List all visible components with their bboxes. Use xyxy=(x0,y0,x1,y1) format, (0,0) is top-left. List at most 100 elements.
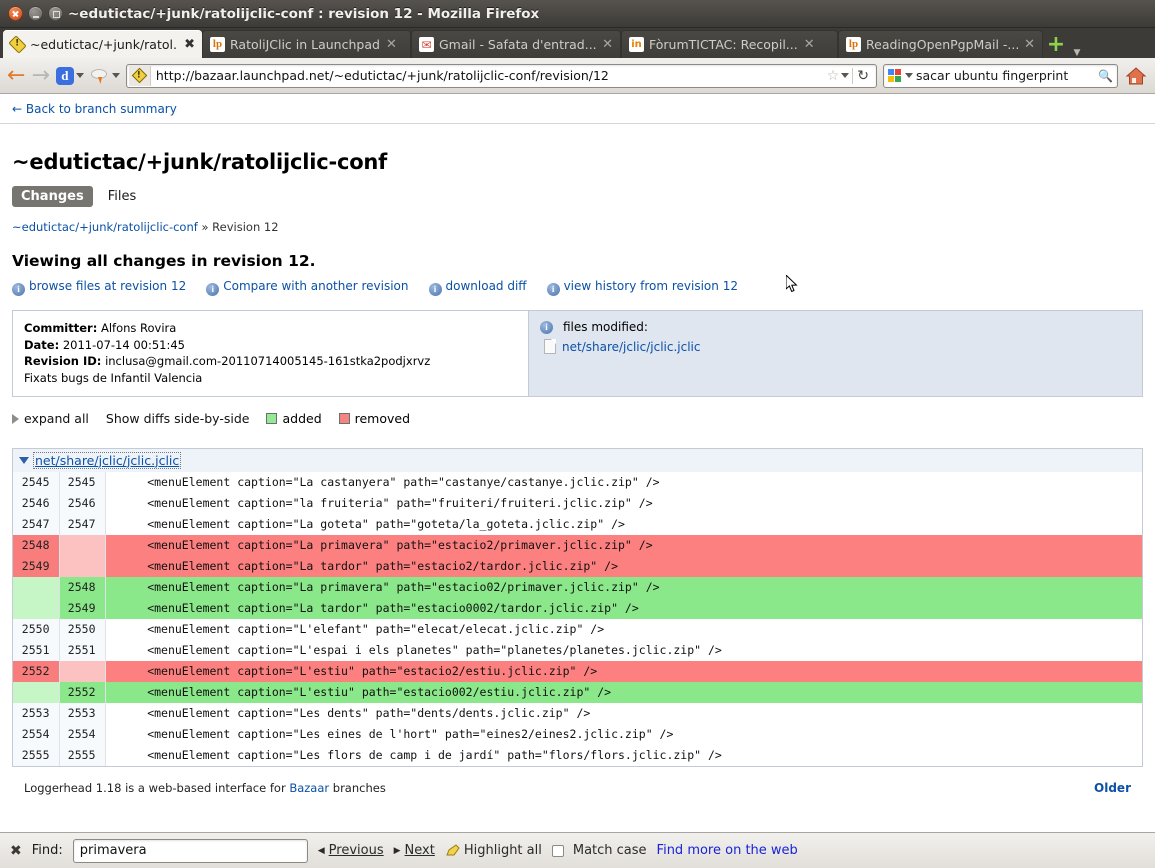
back-button[interactable]: ← xyxy=(7,64,25,87)
tab-close-icon[interactable]: ✕ xyxy=(803,38,816,51)
old-line-number: 2547 xyxy=(13,513,60,535)
browser-tab-1[interactable]: lp RatoliJClic in Launchpad ✕ xyxy=(202,30,411,58)
diff-code: <menuElement caption="La primavera" path… xyxy=(105,534,1142,556)
diff-code: <menuElement caption="Les dents" path="d… xyxy=(105,702,1142,724)
match-case-checkbox[interactable]: Match case xyxy=(551,843,647,858)
diff-file-header[interactable]: net/share/jclic/jclic.jclic xyxy=(13,448,1142,472)
old-line-number: 2546 xyxy=(13,492,60,514)
new-line-number: 2545 xyxy=(59,471,106,493)
old-line-number: 2549 xyxy=(13,555,60,577)
breadcrumb-separator: » xyxy=(197,220,213,234)
diff-file-name-link[interactable]: net/share/jclic/jclic.jclic xyxy=(32,451,182,469)
tab-label: ~edutictac/+junk/ratol... xyxy=(30,36,179,52)
diff-code: <menuElement caption="L'estiu" path="est… xyxy=(105,660,1142,682)
tab-close-icon[interactable]: ✖ xyxy=(183,38,196,51)
search-icon[interactable]: 🔍 xyxy=(1098,69,1113,83)
url-bar[interactable]: ! http://bazaar.launchpad.net/~edutictac… xyxy=(125,63,877,88)
find-label: Find: xyxy=(31,843,63,858)
browser-tab-0[interactable]: ! ~edutictac/+junk/ratol... ✖ xyxy=(3,30,202,58)
diff-code: <menuElement caption="La tardor" path="e… xyxy=(105,597,1142,619)
launchpad-icon: lp xyxy=(210,37,225,52)
bazaar-link[interactable]: Bazaar xyxy=(289,781,329,795)
date-label: Date: xyxy=(24,337,60,352)
browser-tab-4[interactable]: lp ReadingOpenPgpMail -... ✕ xyxy=(838,30,1043,58)
diff-code: <menuElement caption="L'estiu" path="est… xyxy=(105,681,1142,703)
added-color-swatch xyxy=(266,412,278,424)
side-by-side-button[interactable]: Show diffs side-by-side xyxy=(106,411,250,426)
old-line-number: 2550 xyxy=(13,618,60,640)
tab-close-icon[interactable]: ✕ xyxy=(601,38,614,51)
mouse-cursor xyxy=(786,275,798,293)
tab-list-chevron-icon[interactable]: ▼ xyxy=(1069,48,1085,58)
find-input[interactable]: primavera xyxy=(72,838,308,863)
find-previous-button[interactable]: ◀ Previous xyxy=(318,843,384,858)
browser-tab-2[interactable]: ✉ Gmail - Safata d'entrad... ✕ xyxy=(411,30,621,58)
reload-button[interactable]: ↻ xyxy=(852,67,873,84)
bookmark-star-icon[interactable]: ☆ xyxy=(825,68,842,84)
expand-all-button[interactable]: expand all xyxy=(12,411,89,426)
table-row: 2549 <menuElement caption="La tardor" pa… xyxy=(13,555,1142,577)
view-history-link[interactable]: i view history from revision 12 xyxy=(546,279,738,296)
download-diff-link[interactable]: i download diff xyxy=(428,279,527,296)
modified-file-link[interactable]: net/share/jclic/jclic.jclic xyxy=(562,340,701,354)
old-line-number: 2555 xyxy=(13,744,60,766)
back-to-branch-summary-link[interactable]: ← Back to branch summary xyxy=(12,102,177,116)
legend-removed: removed xyxy=(338,411,410,426)
commit-details: Committer: Alfons Rovira Date: 2011-07-1… xyxy=(13,311,529,396)
revision-id-value: inclusa@gmail.com-20110714005145-161stka… xyxy=(105,354,431,369)
browser-tab-3[interactable]: in FòrumTICTAC: Recopil... ✕ xyxy=(621,30,838,58)
diff-code: <menuElement caption="Les eines de l'hor… xyxy=(105,723,1142,745)
cloud-icon xyxy=(90,68,107,84)
forward-button[interactable]: → xyxy=(31,64,49,87)
table-row: 2547 2547 <menuElement caption="La gotet… xyxy=(13,513,1142,535)
site-identity-button[interactable]: ! xyxy=(128,65,151,86)
new-line-number xyxy=(59,555,106,577)
find-more-on-web-link[interactable]: Find more on the web xyxy=(657,843,798,858)
diff-code: <menuElement caption="Les flors de camp … xyxy=(105,744,1142,766)
old-line-number: 2553 xyxy=(13,702,60,724)
new-line-number: 2549 xyxy=(59,597,106,619)
table-row: 2555 2555 <menuElement caption="Les flor… xyxy=(13,744,1142,766)
search-bar[interactable]: sacar ubuntu fingerprint 🔍 xyxy=(883,63,1118,88)
triangle-right-icon: ▶ xyxy=(393,845,401,856)
page-footer: Loggerhead 1.18 is a web-based interface… xyxy=(12,767,1143,795)
tab-close-icon[interactable]: ✕ xyxy=(1023,38,1036,51)
table-row: 2552 <menuElement caption="L'estiu" path… xyxy=(13,681,1142,703)
table-row: 2553 2553 <menuElement caption="Les dent… xyxy=(13,702,1142,724)
find-next-button[interactable]: ▶ Next xyxy=(394,843,435,858)
table-row: 2550 2550 <menuElement caption="L'elefan… xyxy=(13,618,1142,640)
page-tabs: Changes Files xyxy=(12,186,1143,207)
tab-close-icon[interactable]: ✕ xyxy=(385,38,398,51)
new-tab-button[interactable]: + xyxy=(1043,32,1069,58)
diff-legend: expand all Show diffs side-by-side added… xyxy=(12,411,1143,426)
diff-rows: 2545 2545 <menuElement caption="La casta… xyxy=(13,471,1142,766)
ubuntu-one-button[interactable] xyxy=(90,66,120,86)
tab-label: ReadingOpenPgpMail -... xyxy=(866,37,1019,52)
highlight-all-button[interactable]: Highlight all xyxy=(445,843,542,858)
google-icon[interactable] xyxy=(888,68,902,83)
checkbox-icon[interactable] xyxy=(551,844,564,857)
committer-value: Alfons Rovira xyxy=(100,321,177,335)
page-content: ← Back to branch summary ~edutictac/+jun… xyxy=(0,94,1155,832)
old-line-number xyxy=(13,681,60,703)
breadcrumb: ~edutictac/+junk/ratolijclic-conf » Revi… xyxy=(12,220,1143,234)
older-link[interactable]: Older xyxy=(1094,781,1131,795)
tab-files[interactable]: Files xyxy=(99,186,146,207)
firefox-window: ~edutictac/+junk/ratolijclic-conf : revi… xyxy=(0,0,1155,868)
breadcrumb-branch-link[interactable]: ~edutictac/+junk/ratolijclic-conf xyxy=(12,220,198,234)
triangle-down-icon[interactable] xyxy=(19,456,29,464)
compare-revision-link[interactable]: i Compare with another revision xyxy=(206,279,409,296)
search-input[interactable]: sacar ubuntu fingerprint xyxy=(916,68,1095,83)
diff-table: 2545 2545 <menuElement caption="La casta… xyxy=(13,471,1142,766)
viewing-heading: Viewing all changes in revision 12. xyxy=(12,252,316,270)
new-line-number: 2550 xyxy=(59,618,106,640)
diff-code: <menuElement caption="la fruiteria" path… xyxy=(105,492,1142,514)
tab-bar: ! ~edutictac/+junk/ratol... ✖ lp RatoliJ… xyxy=(0,28,1155,58)
chevron-down-icon[interactable] xyxy=(905,73,913,78)
browse-files-link[interactable]: i browse files at revision 12 xyxy=(12,279,186,296)
tab-changes[interactable]: Changes xyxy=(12,186,93,207)
chevron-down-icon[interactable] xyxy=(841,73,850,78)
home-button[interactable] xyxy=(1124,65,1148,87)
downloads-button[interactable]: d xyxy=(55,66,84,85)
close-find-bar-icon[interactable]: ✖ xyxy=(10,843,22,859)
